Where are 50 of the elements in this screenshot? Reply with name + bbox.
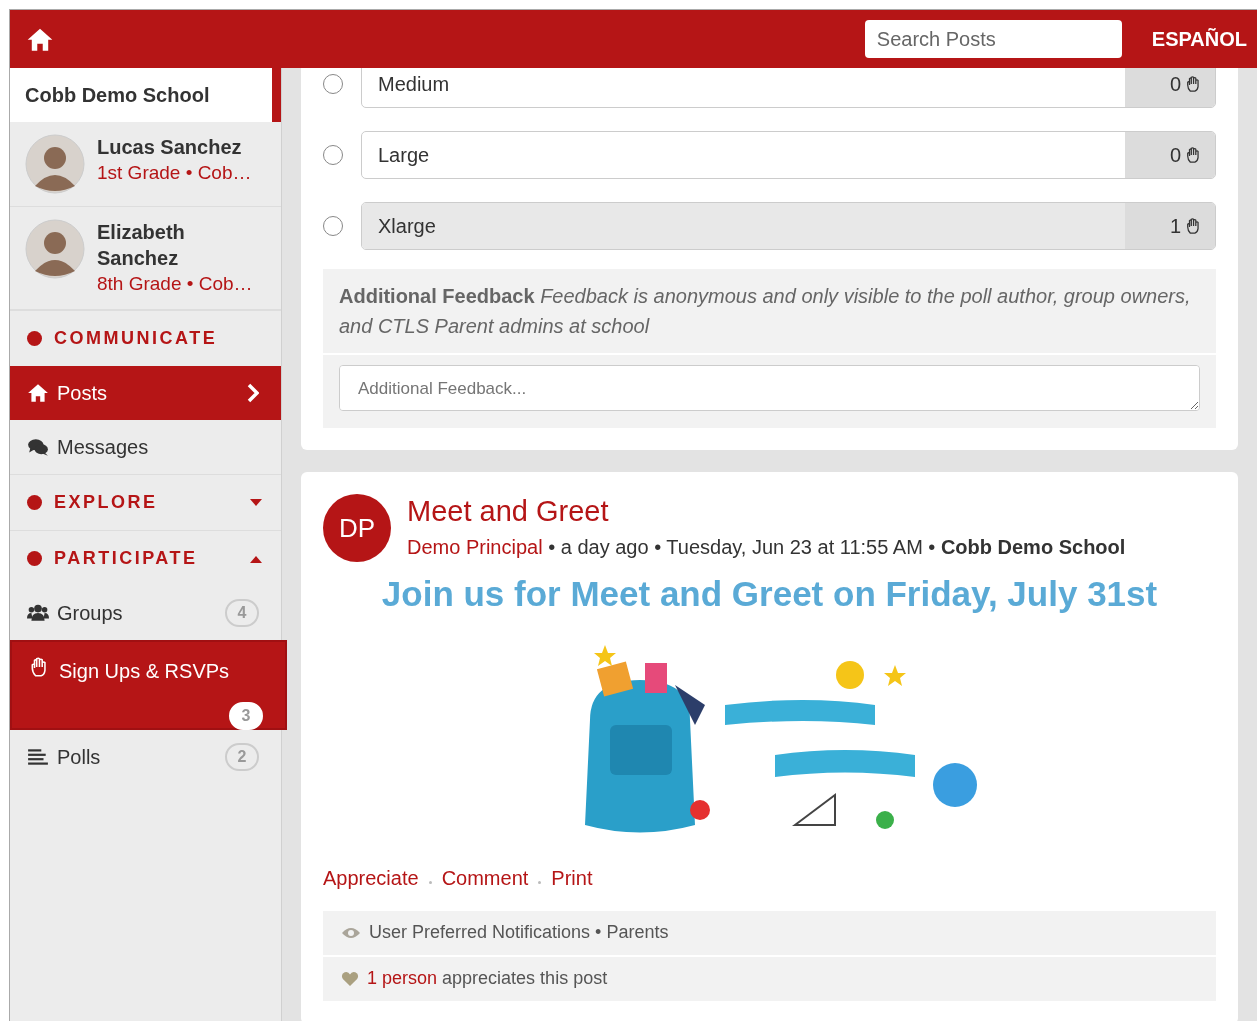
section-header[interactable]: PARTICIPATE [10,530,281,586]
bullet-icon [27,331,42,346]
users-icon [27,602,49,624]
bullet-icon [27,551,42,566]
vote-button[interactable]: 1 [1125,202,1215,249]
eye-icon [341,925,361,940]
student-detail: 8th Grade • Cob… [97,272,254,296]
sidebar-item[interactable]: Polls 2 [10,730,281,784]
student-name[interactable]: Lucas Sanchez [97,134,252,160]
school-name[interactable]: Cobb Demo School [10,68,281,122]
sidebar-item[interactable]: Posts [10,366,281,420]
sidebar-item[interactable]: Groups 4 [10,586,281,640]
sidebar-item[interactable]: Messages [10,420,281,474]
option-label: Xlarge [377,213,437,239]
count-badge: 3 [229,702,263,730]
option-label: Large [377,142,431,168]
post-headline: Join us for Meet and Greet on Friday, July 31st [380,573,1159,615]
sidebar-item[interactable]: Sign Ups & RSVPs 3 [10,640,287,730]
appreciation-text: 1 person appreciates this post [367,967,608,990]
poll-option[interactable]: Large 0 [361,130,1216,179]
feedback-note: Additional Feedback Feedback is anonymous and only visible to the poll author, group owners, and CTLS Parent admins at school [323,269,1216,355]
audience-text: User Preferred Notifications • Parents [369,921,669,944]
list-icon [27,746,49,768]
language-link[interactable]: ESPAÑOL [1121,24,1257,54]
option-label: Medium [377,71,451,97]
action-link[interactable]: Comment [441,862,529,893]
section-header[interactable]: EXPLORE [10,474,281,530]
action-link[interactable]: Print [551,862,593,893]
poll-option[interactable]: Xlarge 1 [361,201,1216,250]
student-name[interactable]: Elizabeth Sanchez [97,219,266,271]
home-icon [27,382,49,404]
heart-icon [341,970,359,987]
poll-option[interactable]: Medium 0 [361,68,1216,108]
student-detail: 1st Grade • Cob… [97,161,252,185]
post-meta: Demo Principal • a day ago • Tuesday, Jun 23 at 11:55 AM • Cobb Demo School [407,535,1126,560]
count-badge: 2 [225,743,259,771]
home-icon[interactable] [26,26,54,52]
vote-button[interactable]: 0 [1125,131,1215,178]
author-link[interactable]: Demo Principal [407,536,543,558]
search-field[interactable]: Search Posts [864,20,1122,58]
action-link[interactable]: Appreciate [323,862,419,893]
count-badge: 4 [225,599,259,627]
bullet-icon [27,495,42,510]
author-avatar: DP [323,494,391,562]
chat-icon [27,436,49,458]
vote-button[interactable]: 0 [1125,68,1215,107]
post-title: Meet and Greet [407,494,610,528]
appreciators-link[interactable]: 1 person [367,968,438,988]
feedback-field[interactable]: Additional Feedback... [339,365,1200,411]
chevron-right-icon [247,383,259,403]
